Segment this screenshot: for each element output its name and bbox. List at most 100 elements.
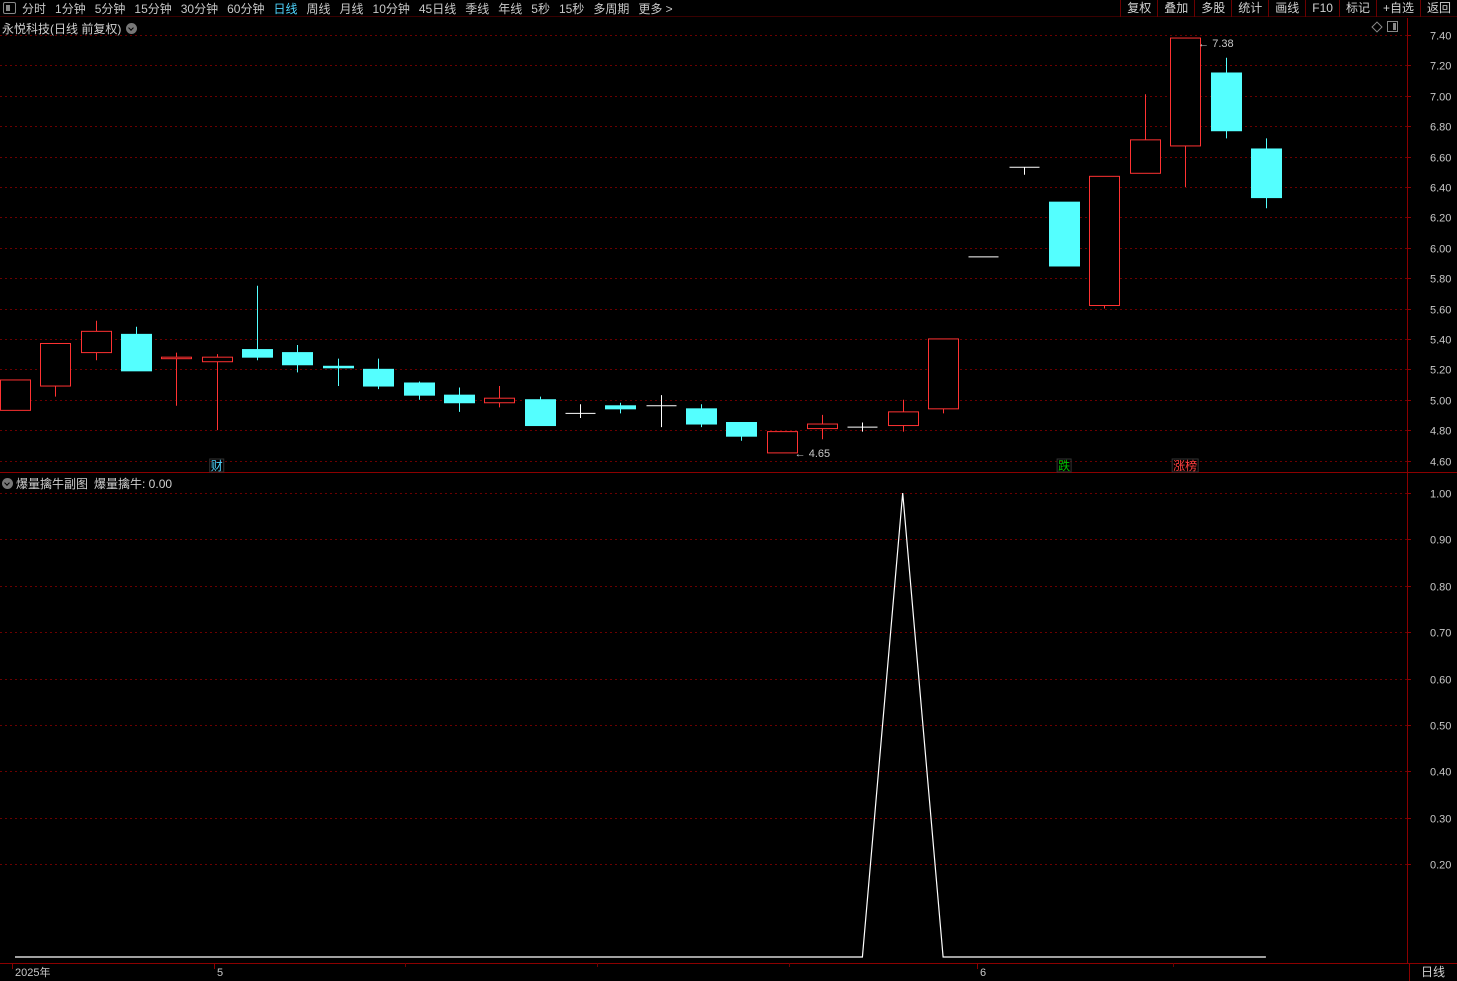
toolbar-button[interactable]: 返回	[1419, 0, 1457, 17]
tab-period[interactable]: 10分钟	[373, 0, 410, 17]
candle	[1251, 138, 1282, 209]
event-marker-box	[209, 458, 225, 473]
tab-period[interactable]: 15分钟	[134, 0, 171, 17]
y-tick-label: 6.00	[1430, 244, 1451, 256]
stock-title: 永悦科技(日线 前复权)	[2, 22, 122, 36]
x-axis: 2025年 5 6	[12, 963, 1174, 979]
chevron-down-icon[interactable]	[2, 478, 13, 489]
tab-period[interactable]: 日线	[273, 0, 297, 17]
candle	[1170, 37, 1201, 187]
tab-period[interactable]: 60分钟	[227, 0, 264, 17]
candle	[525, 396, 556, 427]
candle-body	[1130, 139, 1161, 174]
toolbar-button[interactable]: 统计	[1231, 0, 1268, 17]
panel-toggle-icon[interactable]	[1387, 21, 1398, 32]
candle-body	[484, 397, 515, 404]
candle-body	[444, 394, 475, 404]
tab-period[interactable]: 分时	[22, 0, 46, 17]
candle-body	[525, 399, 556, 427]
tab-period[interactable]: 月线	[340, 0, 364, 17]
tab-period[interactable]: 15秒	[559, 0, 584, 17]
tab-period[interactable]: 5分钟	[95, 0, 126, 17]
candle-body	[605, 405, 636, 410]
sub-chart-title[interactable]: 爆量擒牛副图 爆量擒牛: 0.00	[2, 475, 172, 492]
candle-body	[282, 352, 313, 366]
candle-body	[323, 365, 354, 369]
candle	[0, 379, 31, 411]
tab-period[interactable]: 30分钟	[181, 0, 218, 17]
sub-y-axis: 1.00 0.90 0.80 0.70 0.60 0.50 0.40 0.30 0.20	[1407, 489, 1451, 872]
candle	[40, 342, 71, 397]
candle	[767, 431, 798, 454]
y-tick-label: 4.60	[1430, 457, 1451, 469]
y-tick-label: 5.80	[1430, 274, 1451, 286]
candle	[928, 338, 959, 414]
y-tick-label: 0.70	[1430, 628, 1451, 640]
window-toggle-icon[interactable]	[3, 2, 16, 14]
candle	[242, 285, 273, 361]
event-marker-label: 财	[211, 459, 223, 473]
tab-period[interactable]: 5秒	[531, 0, 550, 17]
tab-period[interactable]: 更多 >	[638, 0, 672, 17]
candle	[1130, 94, 1161, 174]
candle-body	[888, 411, 919, 427]
y-tick-label: 4.80	[1430, 426, 1451, 438]
tab-period[interactable]: 年线	[498, 0, 522, 17]
candle	[1089, 175, 1120, 309]
chart-canvas[interactable]: 7.40 7.20 7.00 6.80 6.60 6.40 6.20 6.00 5.80 5.60…	[0, 0, 1457, 981]
candle-body	[1251, 148, 1282, 199]
top-toolbar: 分时 1分钟 5分钟 15分钟 30分钟 60分钟 日线 周线 月线 10分钟 45日线 季线 年线 5秒…	[0, 0, 1457, 17]
tab-period[interactable]: 多周期	[593, 0, 629, 17]
tab-period[interactable]: 周线	[306, 0, 330, 17]
event-marker-box	[1171, 458, 1199, 473]
candle	[1211, 57, 1242, 139]
indicator-title: 爆量擒牛副图	[16, 477, 89, 491]
candle-body	[1089, 175, 1120, 306]
toolbar-button[interactable]: 叠加	[1157, 0, 1194, 17]
candle	[565, 404, 596, 418]
toolbar-button[interactable]: +自选	[1375, 0, 1420, 17]
candle-body	[1211, 72, 1242, 132]
toolbar-button[interactable]: 画线	[1268, 0, 1305, 17]
y-tick-label: 0.60	[1430, 675, 1451, 687]
main-chart-title[interactable]: 永悦科技(日线 前复权)	[2, 20, 138, 37]
chart-corner-icons	[1371, 21, 1398, 33]
period-label[interactable]: 日线	[1409, 963, 1457, 981]
chevron-down-icon[interactable]	[126, 23, 138, 34]
candle-body	[121, 333, 152, 372]
markers-layer: ← 7.38 ← 4.65 财 跌 涨榜	[209, 38, 1234, 473]
max-price-label: ← 7.38	[1198, 38, 1233, 50]
y-tick-label: 5.40	[1430, 335, 1451, 347]
tab-period[interactable]: 季线	[465, 0, 489, 17]
grid-layer	[0, 18, 1457, 981]
toolbar-button[interactable]: 多股	[1194, 0, 1231, 17]
candle	[282, 345, 313, 373]
candle-body	[81, 330, 112, 354]
candle-body	[0, 379, 31, 411]
event-marker: 涨榜	[1171, 458, 1199, 473]
tab-period[interactable]: 1分钟	[55, 0, 86, 17]
candle-body	[726, 422, 757, 437]
tab-period[interactable]: 45日线	[419, 0, 456, 17]
candle-body	[242, 349, 273, 358]
candle-body	[928, 338, 959, 410]
period-tabs: 分时 1分钟 5分钟 15分钟 30分钟 60分钟 日线 周线 月线 10分钟 45日线 季线 年线 5秒…	[22, 0, 682, 17]
toolbar-button[interactable]: 标记	[1338, 0, 1376, 17]
candle-body	[1049, 201, 1080, 267]
y-tick-label: 0.50	[1430, 721, 1451, 733]
y-tick-label: 0.80	[1430, 582, 1451, 594]
candle	[81, 320, 112, 361]
candle	[888, 399, 919, 432]
main-y-axis: 7.40 7.20 7.00 6.80 6.60 6.40 6.20 6.00 5.80 5.60…	[1407, 31, 1451, 469]
toolbar-button[interactable]: F10	[1305, 0, 1339, 17]
y-tick-label: 0.30	[1430, 814, 1451, 826]
toolbar-button[interactable]: 复权	[1120, 0, 1157, 17]
candle	[161, 352, 192, 406]
y-tick-label: 0.20	[1430, 860, 1451, 872]
y-tick-label: 6.40	[1430, 183, 1451, 195]
diamond-icon[interactable]	[1371, 21, 1383, 33]
candle	[807, 414, 838, 440]
y-tick-label: 6.80	[1430, 122, 1451, 134]
candle-body	[404, 382, 435, 396]
event-marker: 财	[209, 458, 225, 473]
